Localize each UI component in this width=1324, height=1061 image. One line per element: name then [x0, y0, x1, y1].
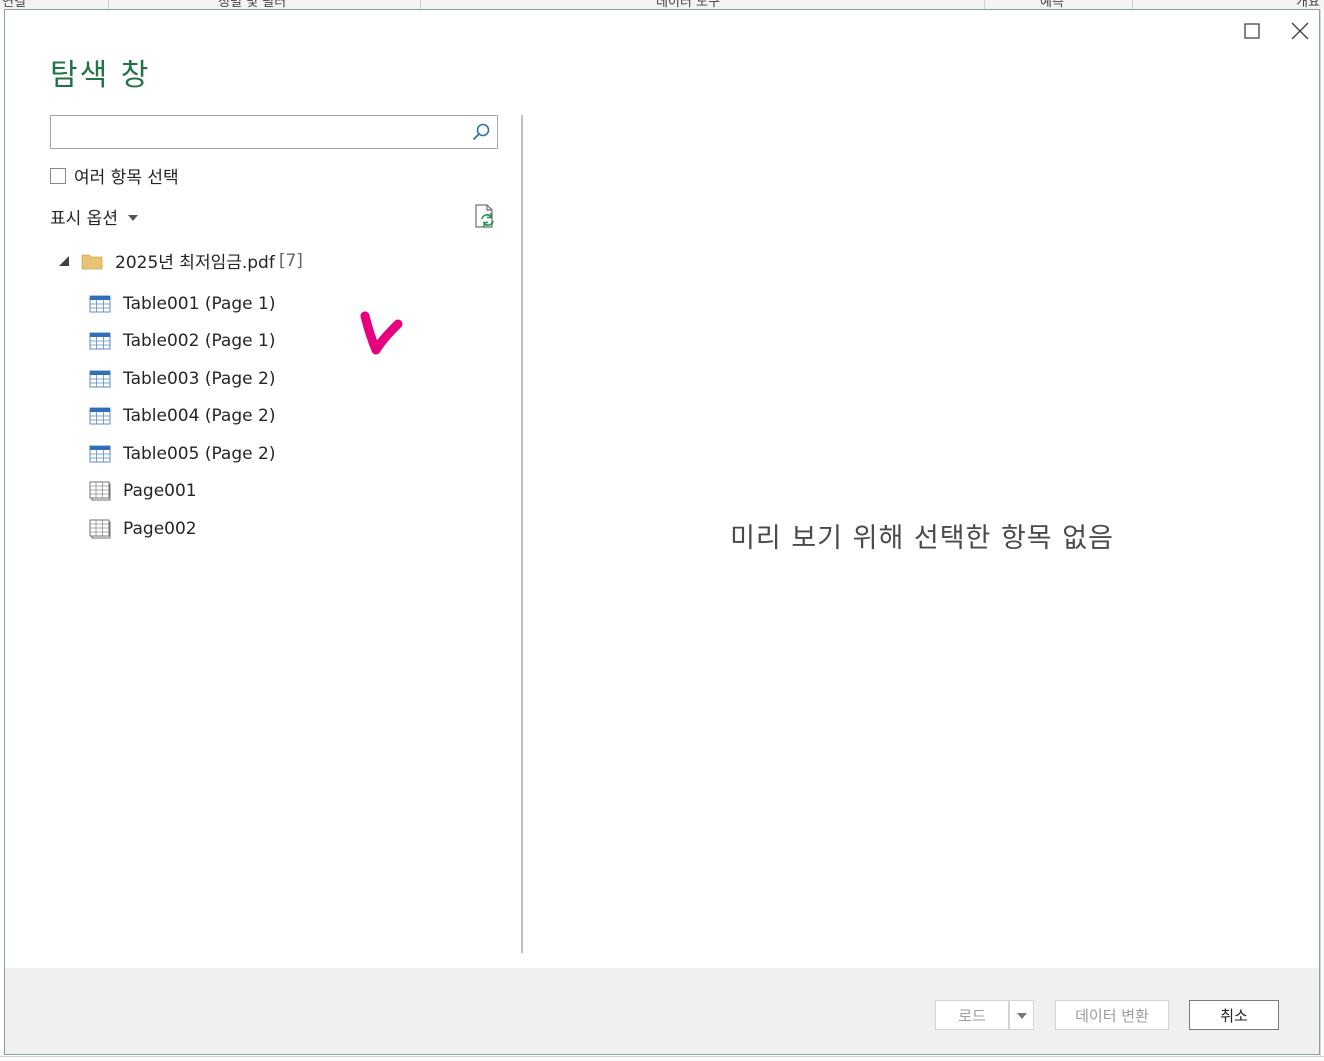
- navigator-dialog: 탐색 창 여러 항목 선택 표시 옵션 2025년 최저임금.pdf [7] T…: [4, 9, 1320, 1055]
- multi-select-label: 여러 항목 선택: [74, 168, 179, 188]
- tree-item-label: Page001: [123, 481, 197, 502]
- search-input[interactable]: [55, 119, 459, 147]
- tree-item-label: Table004 (Page 2): [123, 406, 276, 427]
- tree-root-count: [7]: [278, 250, 303, 271]
- tree-item-table[interactable]: Table005 (Page 2): [89, 435, 275, 473]
- search-box[interactable]: [50, 115, 498, 149]
- collapse-triangle-icon[interactable]: [57, 254, 71, 268]
- close-icon: [1291, 22, 1309, 40]
- load-button[interactable]: 로드: [935, 1000, 1009, 1030]
- tree-item-table[interactable]: Table004 (Page 2): [89, 398, 275, 436]
- tree-item-table[interactable]: Table002 (Page 1): [89, 323, 275, 361]
- table-icon: [89, 370, 111, 388]
- transform-data-button[interactable]: 데이터 변환: [1055, 1000, 1169, 1030]
- table-icon: [89, 295, 111, 313]
- cancel-button[interactable]: 취소: [1189, 1000, 1279, 1030]
- dialog-footer: 로드 데이터 변환 취소: [5, 968, 1319, 1054]
- display-options-dropdown[interactable]: 표시 옵션: [50, 204, 138, 229]
- tree-item-table[interactable]: Table003 (Page 2): [89, 360, 275, 398]
- table-icon: [89, 445, 111, 463]
- page-icon: [89, 481, 111, 501]
- dialog-title: 탐색 창: [50, 58, 151, 93]
- table-icon: [89, 407, 111, 425]
- annotation-checkmark-icon: [360, 311, 403, 355]
- tree-item-table[interactable]: Table001 (Page 1): [89, 285, 275, 323]
- tree-item-label: Table005 (Page 2): [123, 443, 276, 464]
- folder-icon: [81, 254, 103, 269]
- multi-select-option[interactable]: 여러 항목 선택: [50, 163, 179, 188]
- tree-item-list: Table001 (Page 1) Table002 (Page 1) Tabl…: [89, 285, 275, 548]
- refresh-icon[interactable]: [473, 203, 497, 229]
- maximize-icon: [1244, 23, 1260, 39]
- multi-select-checkbox[interactable]: [50, 167, 66, 184]
- ribbon-divider: [1132, 0, 1133, 9]
- maximize-button[interactable]: [1241, 20, 1263, 42]
- search-icon[interactable]: [471, 122, 491, 142]
- page-icon: [89, 519, 111, 539]
- ribbon-divider: [420, 0, 421, 9]
- tree-item-label: Page002: [123, 518, 197, 539]
- excel-sheet-edge: [0, 1056, 1324, 1061]
- tree-item-page[interactable]: Page002: [89, 510, 275, 548]
- tree-item-page[interactable]: Page001: [89, 473, 275, 511]
- tree-root-file[interactable]: 2025년 최저임금.pdf [7]: [57, 248, 303, 273]
- preview-empty-message: 미리 보기 위해 선택한 항목 없음: [730, 523, 1114, 554]
- chevron-down-icon: [127, 214, 138, 221]
- tree-item-label: Table003 (Page 2): [123, 368, 276, 389]
- load-options-button[interactable]: [1009, 1000, 1034, 1030]
- ribbon-divider: [108, 0, 109, 9]
- tree-item-label: Table002 (Page 1): [123, 331, 276, 352]
- table-icon: [89, 332, 111, 350]
- tree-item-label: Table001 (Page 1): [123, 293, 276, 314]
- chevron-down-icon: [1016, 1013, 1027, 1019]
- display-options-label: 표시 옵션: [50, 209, 118, 229]
- tree-root-label: 2025년 최저임금.pdf: [115, 253, 275, 273]
- close-button[interactable]: [1289, 20, 1311, 42]
- ribbon-divider: [984, 0, 985, 9]
